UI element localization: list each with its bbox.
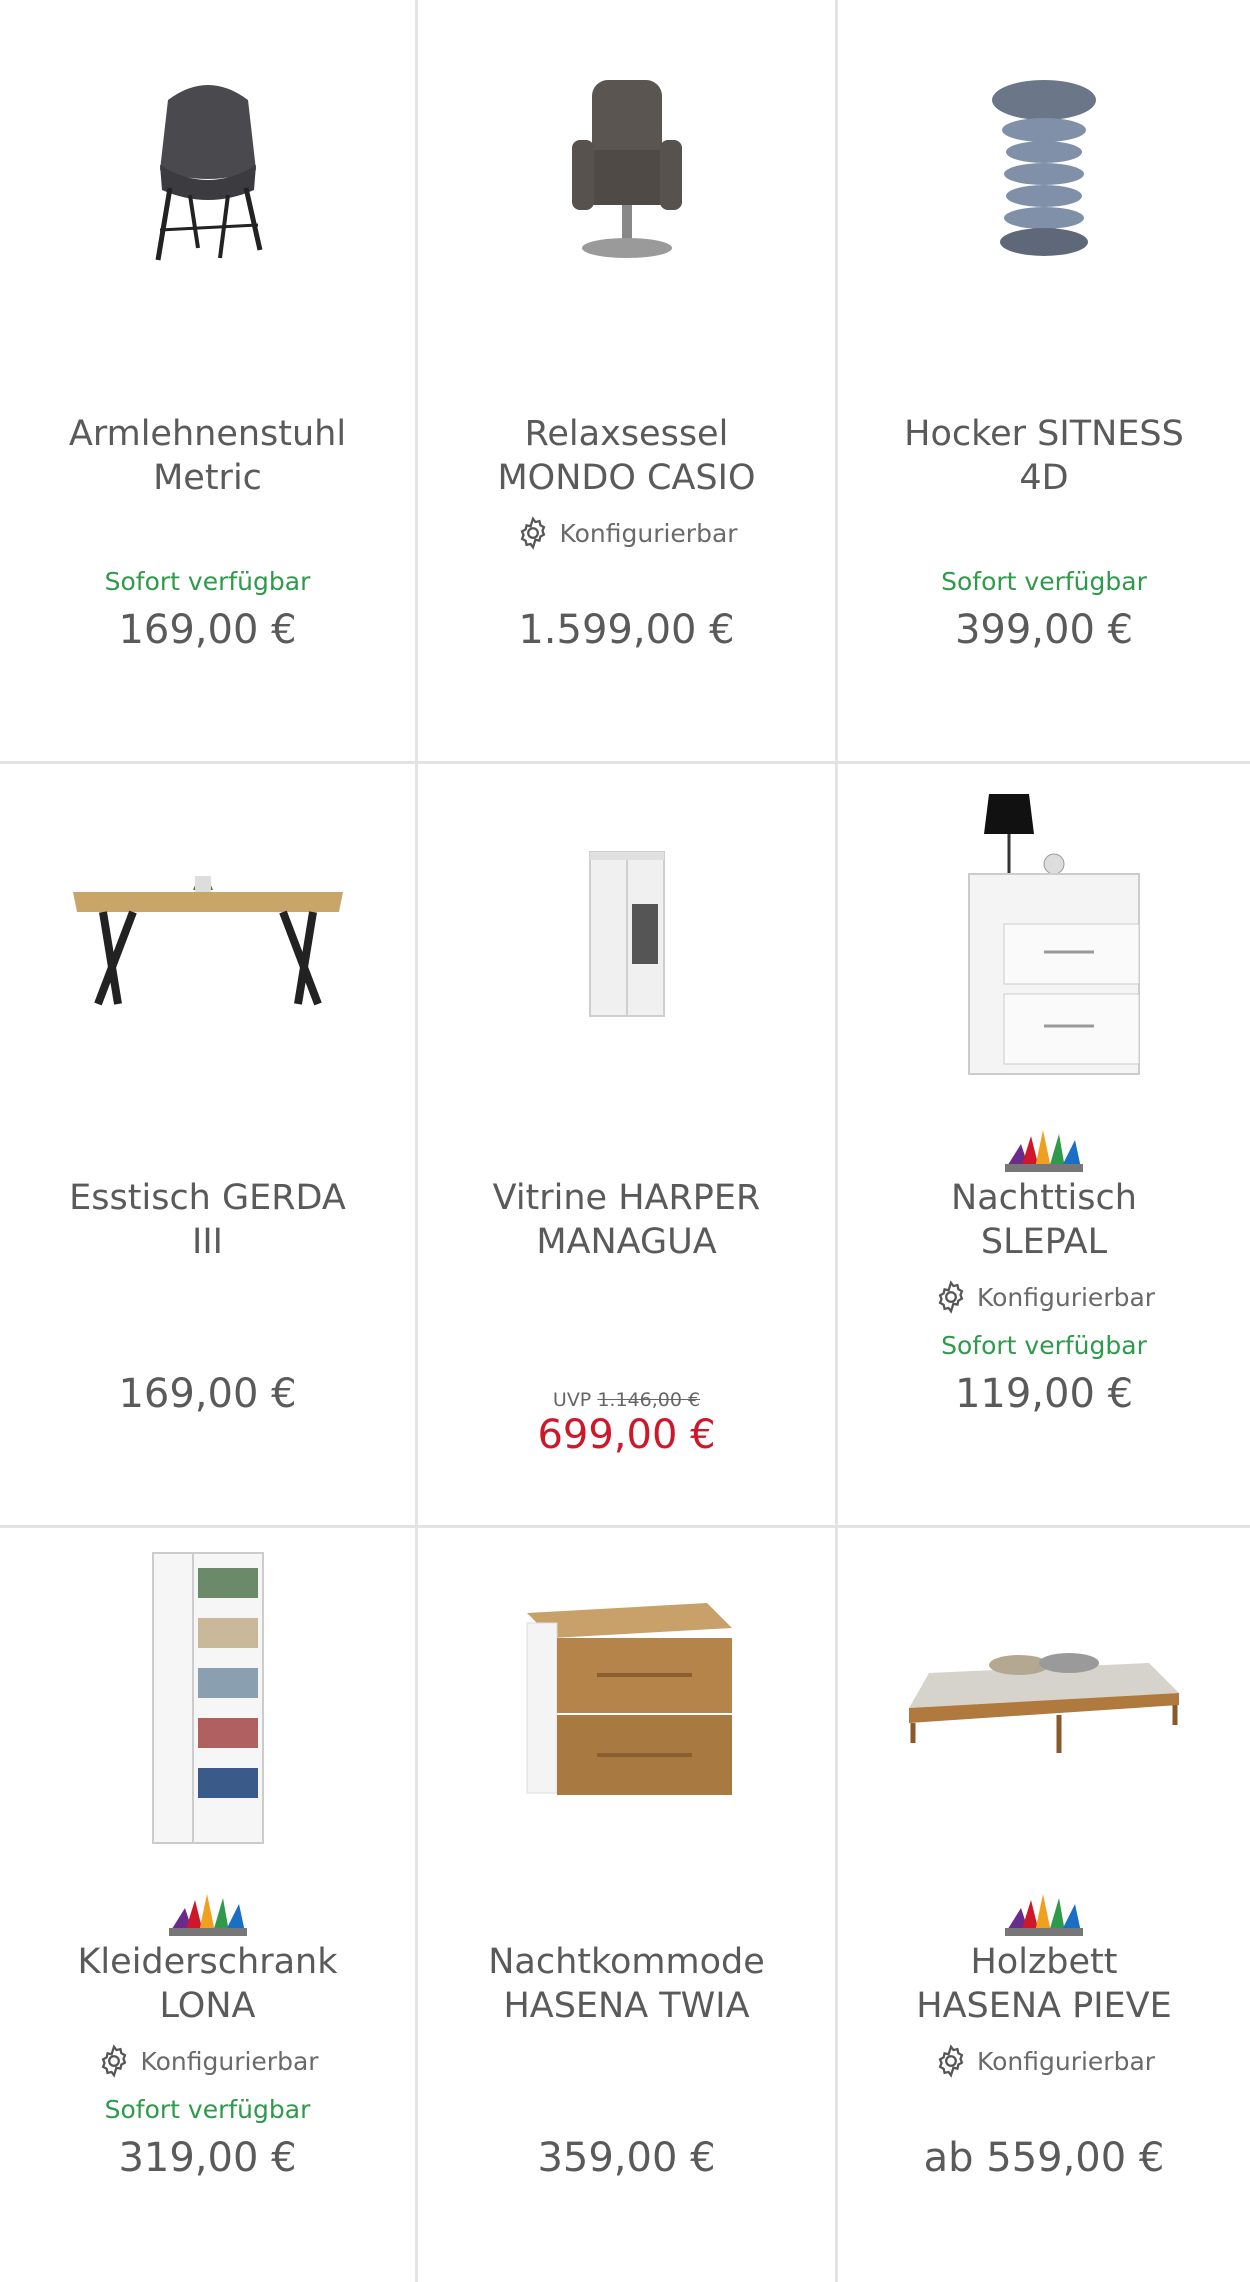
product-card-esstisch[interactable]: Esstisch GERDA III 169,00 € xyxy=(0,764,418,1528)
product-price: 399,00 € xyxy=(954,607,1134,653)
color-swatch-icon xyxy=(1001,1124,1087,1178)
product-price: 359,00 € xyxy=(537,2135,716,2181)
stool-image[interactable] xyxy=(838,40,1250,300)
configurable-label: Konfigurierbar xyxy=(418,515,835,551)
product-title[interactable]: Holzbett HASENA PIEVE xyxy=(848,1940,1240,2028)
product-price: 319,00 € xyxy=(118,2135,297,2181)
wardrobe-image[interactable] xyxy=(0,1552,415,1844)
product-price: ab 559,00 € xyxy=(923,2135,1165,2181)
gear-icon xyxy=(938,2044,964,2078)
product-card-relaxsessel[interactable]: Relaxsessel MONDO CASIO Konfigurierbar 1… xyxy=(418,0,838,764)
product-card-armlehnenstuhl[interactable]: Armlehnenstuhl Metric Sofort verfügbar 1… xyxy=(0,0,418,764)
product-price: 169,00 € xyxy=(118,1371,297,1417)
product-card-nachttisch[interactable]: Nachttisch SLEPAL Konfigurierbar Sofort … xyxy=(838,764,1250,1528)
product-grid: Armlehnenstuhl Metric Sofort verfügbar 1… xyxy=(0,0,1250,2282)
recliner-image[interactable] xyxy=(418,40,835,300)
product-price: 1.599,00 € xyxy=(518,607,735,653)
gear-icon xyxy=(521,516,546,550)
vitrine-image[interactable] xyxy=(418,804,835,1064)
product-title[interactable]: Esstisch GERDA III xyxy=(10,1176,405,1264)
color-swatch-icon xyxy=(165,1888,251,1942)
bed-image[interactable] xyxy=(838,1568,1250,1828)
night-cabinet-image[interactable] xyxy=(418,1568,835,1828)
configurable-label: Konfigurierbar xyxy=(838,1279,1250,1315)
product-card-vitrine[interactable]: Vitrine HARPER MANAGUA UVP 1.146,00 € 69… xyxy=(418,764,838,1528)
product-title[interactable]: Nachttisch SLEPAL xyxy=(848,1176,1240,1264)
product-title[interactable]: Armlehnenstuhl Metric xyxy=(10,412,405,500)
sale-price: 699,00 € xyxy=(537,1412,716,1458)
availability-status: Sofort verfügbar xyxy=(104,567,311,596)
availability-status: Sofort verfügbar xyxy=(104,2095,311,2124)
product-title[interactable]: Nachtkommode HASENA TWIA xyxy=(428,1940,825,2028)
configurable-label: Konfigurierbar xyxy=(0,2043,415,2079)
dining-table-image[interactable] xyxy=(0,804,415,1064)
product-card-hocker[interactable]: Hocker SITNESS 4D Sofort verfügbar 399,0… xyxy=(838,0,1250,764)
product-title[interactable]: Hocker SITNESS 4D xyxy=(848,412,1240,500)
color-swatch-icon xyxy=(1001,1888,1087,1942)
uvp-price: UVP 1.146,00 € xyxy=(552,1389,701,1411)
product-price: 119,00 € xyxy=(954,1371,1134,1417)
gear-icon xyxy=(102,2044,127,2078)
availability-status: Sofort verfügbar xyxy=(941,567,1147,596)
product-title[interactable]: Kleiderschrank LONA xyxy=(10,1940,405,2028)
gear-icon xyxy=(938,1280,964,1314)
availability-status: Sofort verfügbar xyxy=(941,1331,1147,1360)
product-card-kleiderschrank[interactable]: Kleiderschrank LONA Konfigurierbar Sofor… xyxy=(0,1528,418,2282)
product-title[interactable]: Vitrine HARPER MANAGUA xyxy=(428,1176,825,1264)
nightstand-image[interactable] xyxy=(838,794,1250,1075)
armchair-image[interactable] xyxy=(0,40,415,300)
product-price: 169,00 € xyxy=(118,607,297,653)
product-title[interactable]: Relaxsessel MONDO CASIO xyxy=(428,412,825,500)
configurable-label: Konfigurierbar xyxy=(838,2043,1250,2079)
product-card-nachtkommode[interactable]: Nachtkommode HASENA TWIA 359,00 € xyxy=(418,1528,838,2282)
product-card-holzbett[interactable]: Holzbett HASENA PIEVE Konfigurierbar ab … xyxy=(838,1528,1250,2282)
